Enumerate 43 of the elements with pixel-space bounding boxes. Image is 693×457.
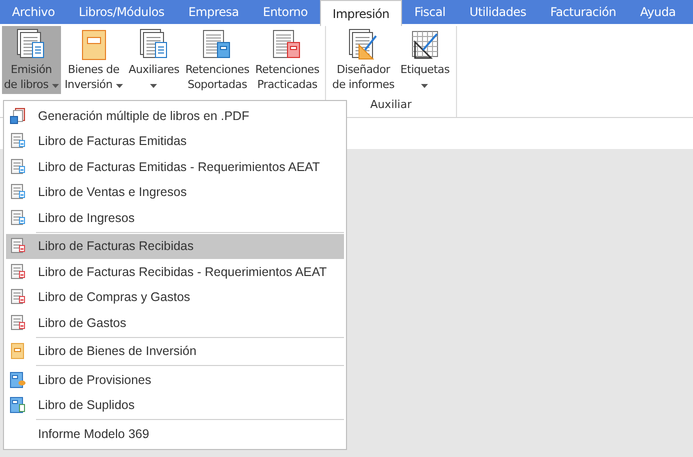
ribbon-tab[interactable]: Empresa	[176, 0, 251, 24]
ribbon-tab[interactable]: Ayuda	[628, 0, 688, 24]
document-icon	[10, 133, 26, 150]
ribbon-button[interactable]: Retenciones Practicadas	[253, 26, 322, 94]
menu-item[interactable]: Informe Modelo 369	[6, 421, 344, 446]
ribbon-button[interactable]: Etiquetas	[398, 26, 452, 94]
document-icon	[10, 289, 26, 306]
ribbon-button[interactable]: Auxiliares	[126, 26, 182, 94]
book-hand-icon	[10, 372, 26, 388]
ribbon-button[interactable]: Bienes de Inversión	[62, 26, 125, 94]
ribbon-button[interactable]: Diseñador de informes	[330, 26, 396, 94]
book-document-icon	[10, 397, 26, 414]
ribbon-tab[interactable]: Entorno	[250, 0, 320, 24]
ribbon-button[interactable]: Emisión de libros	[2, 26, 61, 94]
ribbon-tab[interactable]: Libros/Módulos	[66, 0, 176, 24]
menu-item[interactable]: Libro de Ventas e Ingresos	[6, 180, 344, 205]
ribbon-tab[interactable]: Impresión	[320, 0, 402, 26]
menu-item[interactable]: Libro de Facturas Recibidas - Requerimientos AEAT	[6, 259, 344, 284]
menu-item[interactable]: Libro de Bienes de Inversión	[6, 338, 344, 364]
ribbon-tab[interactable]: Utilidades	[457, 0, 538, 24]
group-label: Auxiliar	[369, 98, 413, 111]
document-icon	[10, 238, 26, 254]
menu-item[interactable]: Libro de Provisiones	[6, 367, 344, 392]
menu-item[interactable]: Libro de Compras y Gastos	[6, 284, 344, 310]
document-ruler-icon	[347, 28, 380, 62]
document-icon	[10, 210, 26, 226]
document-icon	[10, 184, 26, 200]
ribbon-tab[interactable]: Archivo	[0, 0, 67, 24]
pdf-documents-icon	[10, 108, 26, 124]
menu-item[interactable]: Libro de Facturas Emitidas	[6, 128, 344, 154]
menu-item[interactable]: Libro de Facturas Emitidas - Requerimientos AEAT	[6, 154, 344, 180]
ribbon-button[interactable]: Retenciones Soportadas	[183, 26, 252, 94]
ribbon-tab[interactable]: Fiscal	[402, 0, 458, 24]
menu-item[interactable]: Libro de Facturas Recibidas	[6, 234, 344, 259]
document-icon	[10, 264, 26, 280]
document-icon	[10, 314, 26, 331]
book-icon	[10, 343, 26, 360]
menu-item[interactable]: Libro de Suplidos	[6, 392, 344, 418]
menu-item[interactable]: Libro de Ingresos	[6, 205, 344, 230]
document-icon	[10, 158, 26, 175]
ribbon-tab[interactable]: Facturación	[538, 0, 628, 24]
menu-item[interactable]: Generación múltiple de libros en .PDF	[6, 103, 344, 128]
menu-item[interactable]: Libro de Gastos	[6, 310, 344, 336]
